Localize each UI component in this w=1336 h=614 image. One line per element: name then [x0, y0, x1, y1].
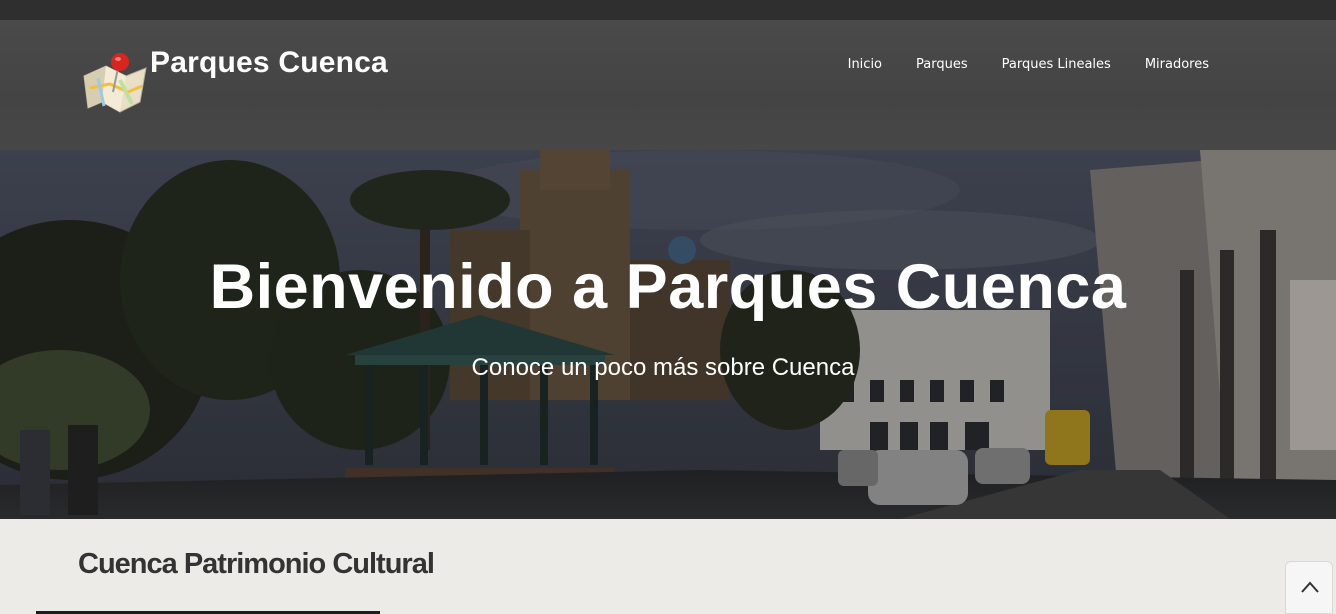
site-header: Parques Cuenca Inicio Parques Parques Li… [0, 20, 1336, 150]
top-strip [0, 0, 1336, 20]
nav-item-inicio[interactable]: Inicio [831, 57, 899, 72]
nav-item-parques[interactable]: Parques [899, 57, 985, 72]
section-title: Cuenca Patrimonio Cultural [78, 548, 435, 580]
chevron-up-icon [1301, 581, 1319, 593]
scroll-to-top-button[interactable] [1285, 561, 1333, 614]
hero-title: Bienvenido a Parques Cuenca [209, 252, 1127, 322]
hero-background-image [0, 150, 1336, 519]
main-nav: Inicio Parques Parques Lineales Miradore… [831, 57, 1226, 72]
nav-item-parques-lineales[interactable]: Parques Lineales [985, 57, 1128, 72]
site-title[interactable]: Parques Cuenca [150, 46, 388, 80]
hero-banner: Bienvenido a Parques Cuenca Conoce un po… [0, 150, 1336, 519]
hero-subtitle: Conoce un poco más sobre Cuenca [471, 354, 855, 381]
map-pin-icon[interactable] [80, 50, 150, 116]
nav-item-miradores[interactable]: Miradores [1128, 57, 1226, 72]
